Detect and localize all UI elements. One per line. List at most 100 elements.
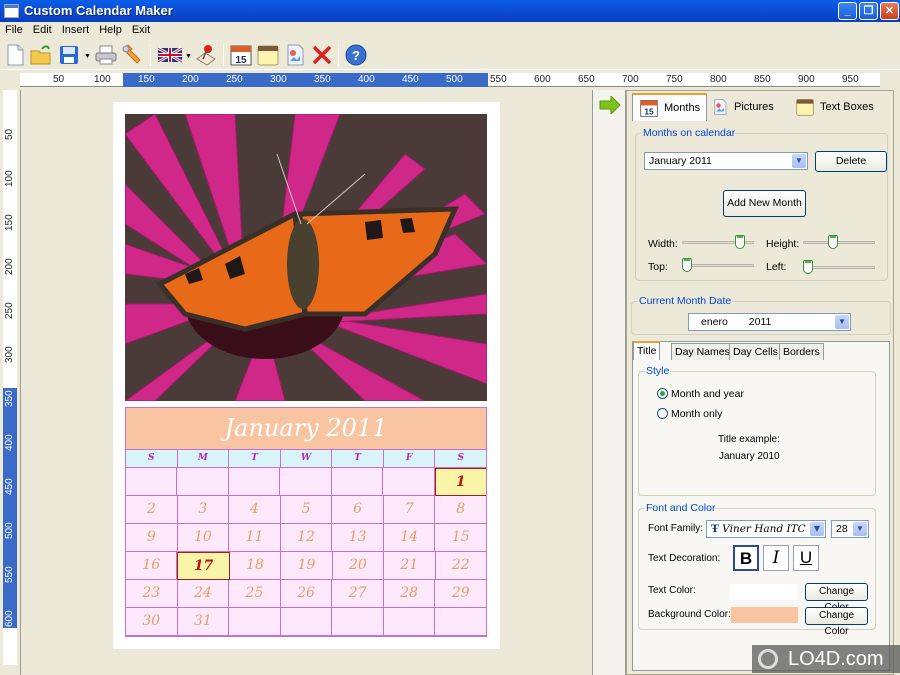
day-cell[interactable] <box>280 608 333 636</box>
tab-months[interactable]: 15 Months <box>632 93 708 121</box>
subtab-day-names[interactable]: Day Names <box>671 343 734 360</box>
minimize-button[interactable]: _ <box>838 2 857 20</box>
day-cell[interactable]: 20 <box>332 552 385 580</box>
menu-edit[interactable]: Edit <box>28 22 57 36</box>
day-cell[interactable] <box>383 608 436 636</box>
menu-exit[interactable]: Exit <box>127 22 155 36</box>
underline-button[interactable]: U <box>793 545 819 571</box>
radio-month-and-year[interactable] <box>657 388 668 399</box>
open-folder-icon[interactable] <box>29 43 53 67</box>
day-cell[interactable]: 16 <box>126 552 178 580</box>
vertical-ruler[interactable]: 50 100 150 200 250 300 350 400 450 500 550 600 <box>3 90 17 665</box>
day-cell[interactable]: 4 <box>229 496 281 524</box>
day-cell[interactable]: 25 <box>229 580 281 608</box>
calendar-title[interactable]: January 2011 <box>126 408 486 450</box>
pin-icon[interactable] <box>194 43 218 67</box>
subtab-title[interactable]: Title <box>633 341 661 360</box>
left-slider-thumb[interactable] <box>803 260 813 274</box>
chevron-down-icon[interactable]: ▼ <box>853 522 867 536</box>
change-text-color-button[interactable]: Change Color <box>805 583 868 613</box>
close-button[interactable]: ✕ <box>880 2 899 20</box>
day-cell[interactable]: 21 <box>384 552 436 580</box>
horizontal-ruler[interactable]: 50 100 150 200 250 300 350 400 450 500 550 600 650 70… <box>20 73 880 87</box>
day-cell[interactable]: 12 <box>280 524 333 552</box>
font-family-select[interactable]: Ŧ Viner Hand ITC ▼ <box>706 520 826 538</box>
chevron-down-icon[interactable]: ▼ <box>835 315 849 329</box>
height-slider-thumb[interactable] <box>827 235 838 249</box>
day-cell[interactable]: 31 <box>177 608 230 636</box>
tab-text-boxes[interactable]: Text Boxes <box>789 93 880 121</box>
day-cell[interactable] <box>383 468 435 496</box>
width-slider[interactable] <box>682 235 754 249</box>
calendar-photo[interactable] <box>125 114 487 401</box>
day-cell[interactable]: 3 <box>177 496 230 524</box>
top-slider-thumb[interactable] <box>682 258 692 272</box>
design-canvas[interactable]: January 2011 S M T W T F S 1 2 3 4 5 6 7 8 9 10 11… <box>20 90 592 675</box>
day-cell[interactable]: 9 <box>126 524 178 552</box>
delete-icon[interactable] <box>310 43 334 67</box>
day-cell[interactable]: 30 <box>126 608 178 636</box>
day-cell[interactable]: 15 <box>435 524 487 552</box>
day-cell[interactable]: 23 <box>126 580 178 608</box>
day-cell[interactable]: 14 <box>383 524 436 552</box>
radio-label[interactable]: Month only <box>671 408 722 420</box>
day-cell[interactable]: 26 <box>280 580 333 608</box>
day-cell[interactable] <box>435 608 487 636</box>
day-cell[interactable]: 2 <box>126 496 178 524</box>
new-document-icon[interactable] <box>3 43 27 67</box>
print-icon[interactable] <box>94 43 118 67</box>
day-cell[interactable] <box>331 468 384 496</box>
day-cell[interactable] <box>177 468 229 496</box>
day-cell[interactable]: 8 <box>435 496 487 524</box>
day-cell[interactable]: 13 <box>332 524 384 552</box>
day-cell[interactable]: 10 <box>177 524 230 552</box>
day-cell[interactable]: 7 <box>383 496 436 524</box>
day-cell[interactable]: 17 <box>177 552 230 580</box>
left-slider[interactable] <box>803 260 875 274</box>
change-background-color-button[interactable]: Change Color <box>805 607 868 637</box>
calendar-page[interactable]: January 2011 S M T W T F S 1 2 3 4 5 6 7 8 9 10 11… <box>113 102 500 649</box>
menu-file[interactable]: File <box>0 22 28 36</box>
help-icon[interactable]: ? <box>344 43 368 67</box>
delete-month-button[interactable]: Delete <box>815 151 887 172</box>
subtab-borders[interactable]: Borders <box>779 343 824 360</box>
settings-wrench-icon[interactable] <box>120 43 144 67</box>
font-size-select[interactable]: 28 ▼ <box>831 520 869 538</box>
day-cell[interactable]: 1 <box>434 468 486 496</box>
day-cell[interactable]: 22 <box>435 552 486 580</box>
day-cell[interactable]: 27 <box>332 580 384 608</box>
day-cell[interactable]: 6 <box>332 496 384 524</box>
day-cell[interactable]: 29 <box>435 580 487 608</box>
day-cell[interactable]: 24 <box>177 580 230 608</box>
day-cell[interactable] <box>228 468 281 496</box>
radio-label[interactable]: Month and year <box>671 388 744 400</box>
current-month-select[interactable]: enero 2011 ▼ <box>688 313 851 331</box>
tab-pictures[interactable]: Pictures <box>705 93 780 121</box>
calendar-grid[interactable]: January 2011 S M T W T F S 1 2 3 4 5 6 7 8 9 10 11… <box>125 407 487 637</box>
month-select[interactable]: January 2011 ▼ <box>644 152 808 170</box>
chevron-down-icon[interactable]: ▼ <box>792 154 806 168</box>
day-cell[interactable] <box>280 468 332 496</box>
italic-button[interactable]: I <box>763 545 789 571</box>
notepad-icon[interactable] <box>256 43 280 67</box>
day-cell[interactable]: 19 <box>281 552 333 580</box>
save-icon[interactable] <box>57 43 81 67</box>
day-cell[interactable]: 18 <box>229 552 282 580</box>
add-new-month-button[interactable]: Add New Month <box>723 190 806 217</box>
language-flag-icon[interactable] <box>157 43 183 67</box>
day-cell[interactable] <box>332 608 384 636</box>
bold-button[interactable]: B <box>733 545 759 571</box>
menu-help[interactable]: Help <box>94 22 127 36</box>
calendar-icon[interactable]: 15 <box>229 43 253 67</box>
day-cell[interactable]: 11 <box>229 524 281 552</box>
language-dropdown-arrow[interactable]: ▼ <box>185 53 192 60</box>
subtab-day-cells[interactable]: Day Cells <box>729 343 782 360</box>
top-slider[interactable] <box>682 258 754 272</box>
save-dropdown-arrow[interactable]: ▼ <box>84 53 91 60</box>
arrow-right-icon[interactable] <box>599 96 621 114</box>
restore-button[interactable]: ❐ <box>859 2 878 20</box>
chevron-down-icon[interactable]: ▼ <box>810 522 824 536</box>
picture-icon[interactable] <box>283 43 307 67</box>
width-slider-thumb[interactable] <box>734 235 745 249</box>
menu-insert[interactable]: Insert <box>57 22 95 36</box>
